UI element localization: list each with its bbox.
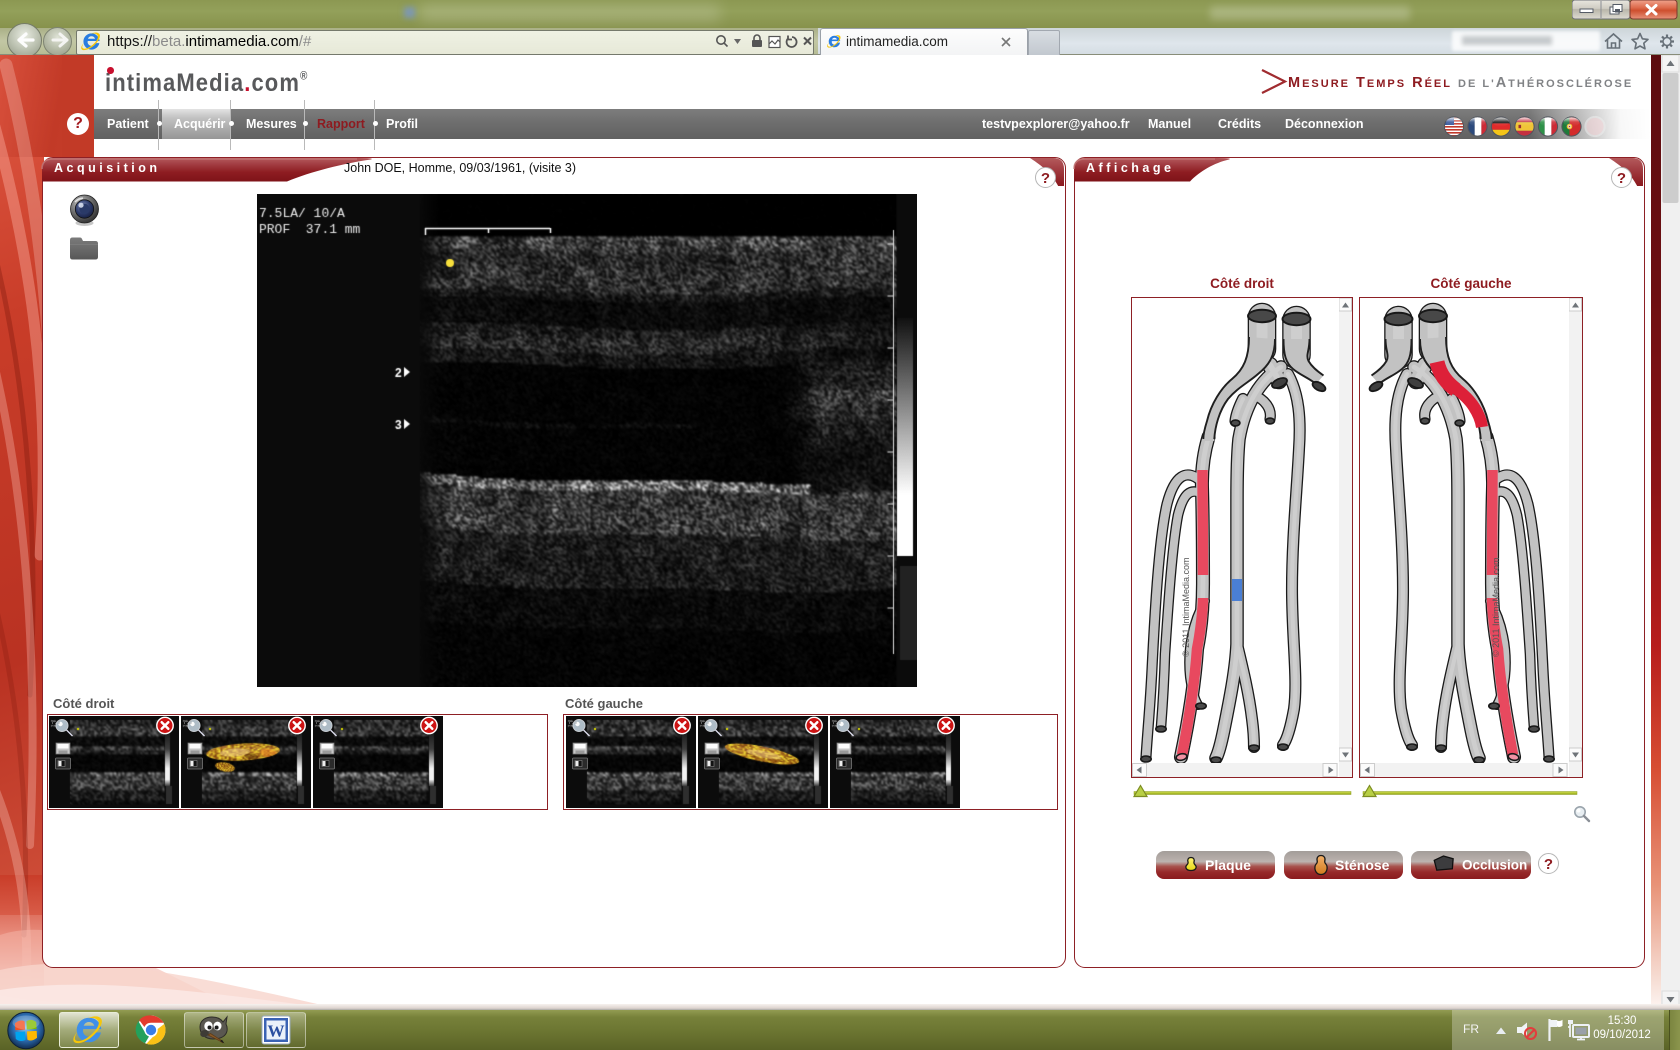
svg-text:7.5: 7.5: [700, 720, 709, 726]
svg-text:7.5: 7.5: [832, 720, 841, 726]
svg-text:Plaque: Plaque: [1205, 857, 1251, 873]
svg-text:Sténose: Sténose: [1335, 857, 1390, 873]
svg-text:MESURE TEMPS RÉEL DE L'ATHÉROS: MESURE TEMPS RÉEL DE L'ATHÉROSCLÉROSE: [1288, 75, 1633, 91]
svg-text:7.5: 7.5: [315, 720, 324, 726]
svg-text:7.5: 7.5: [568, 720, 577, 726]
svg-text:7.5: 7.5: [183, 720, 192, 726]
svg-text:© 2011 IntimaMedia.com: © 2011 IntimaMedia.com: [1181, 557, 1191, 657]
svg-text:7.5: 7.5: [51, 720, 60, 726]
svg-text:Occlusion: Occlusion: [1462, 858, 1527, 873]
svg-text:© 2011 IntimaMedia.com: © 2011 IntimaMedia.com: [1491, 557, 1501, 657]
svg-text:W: W: [268, 1022, 285, 1041]
